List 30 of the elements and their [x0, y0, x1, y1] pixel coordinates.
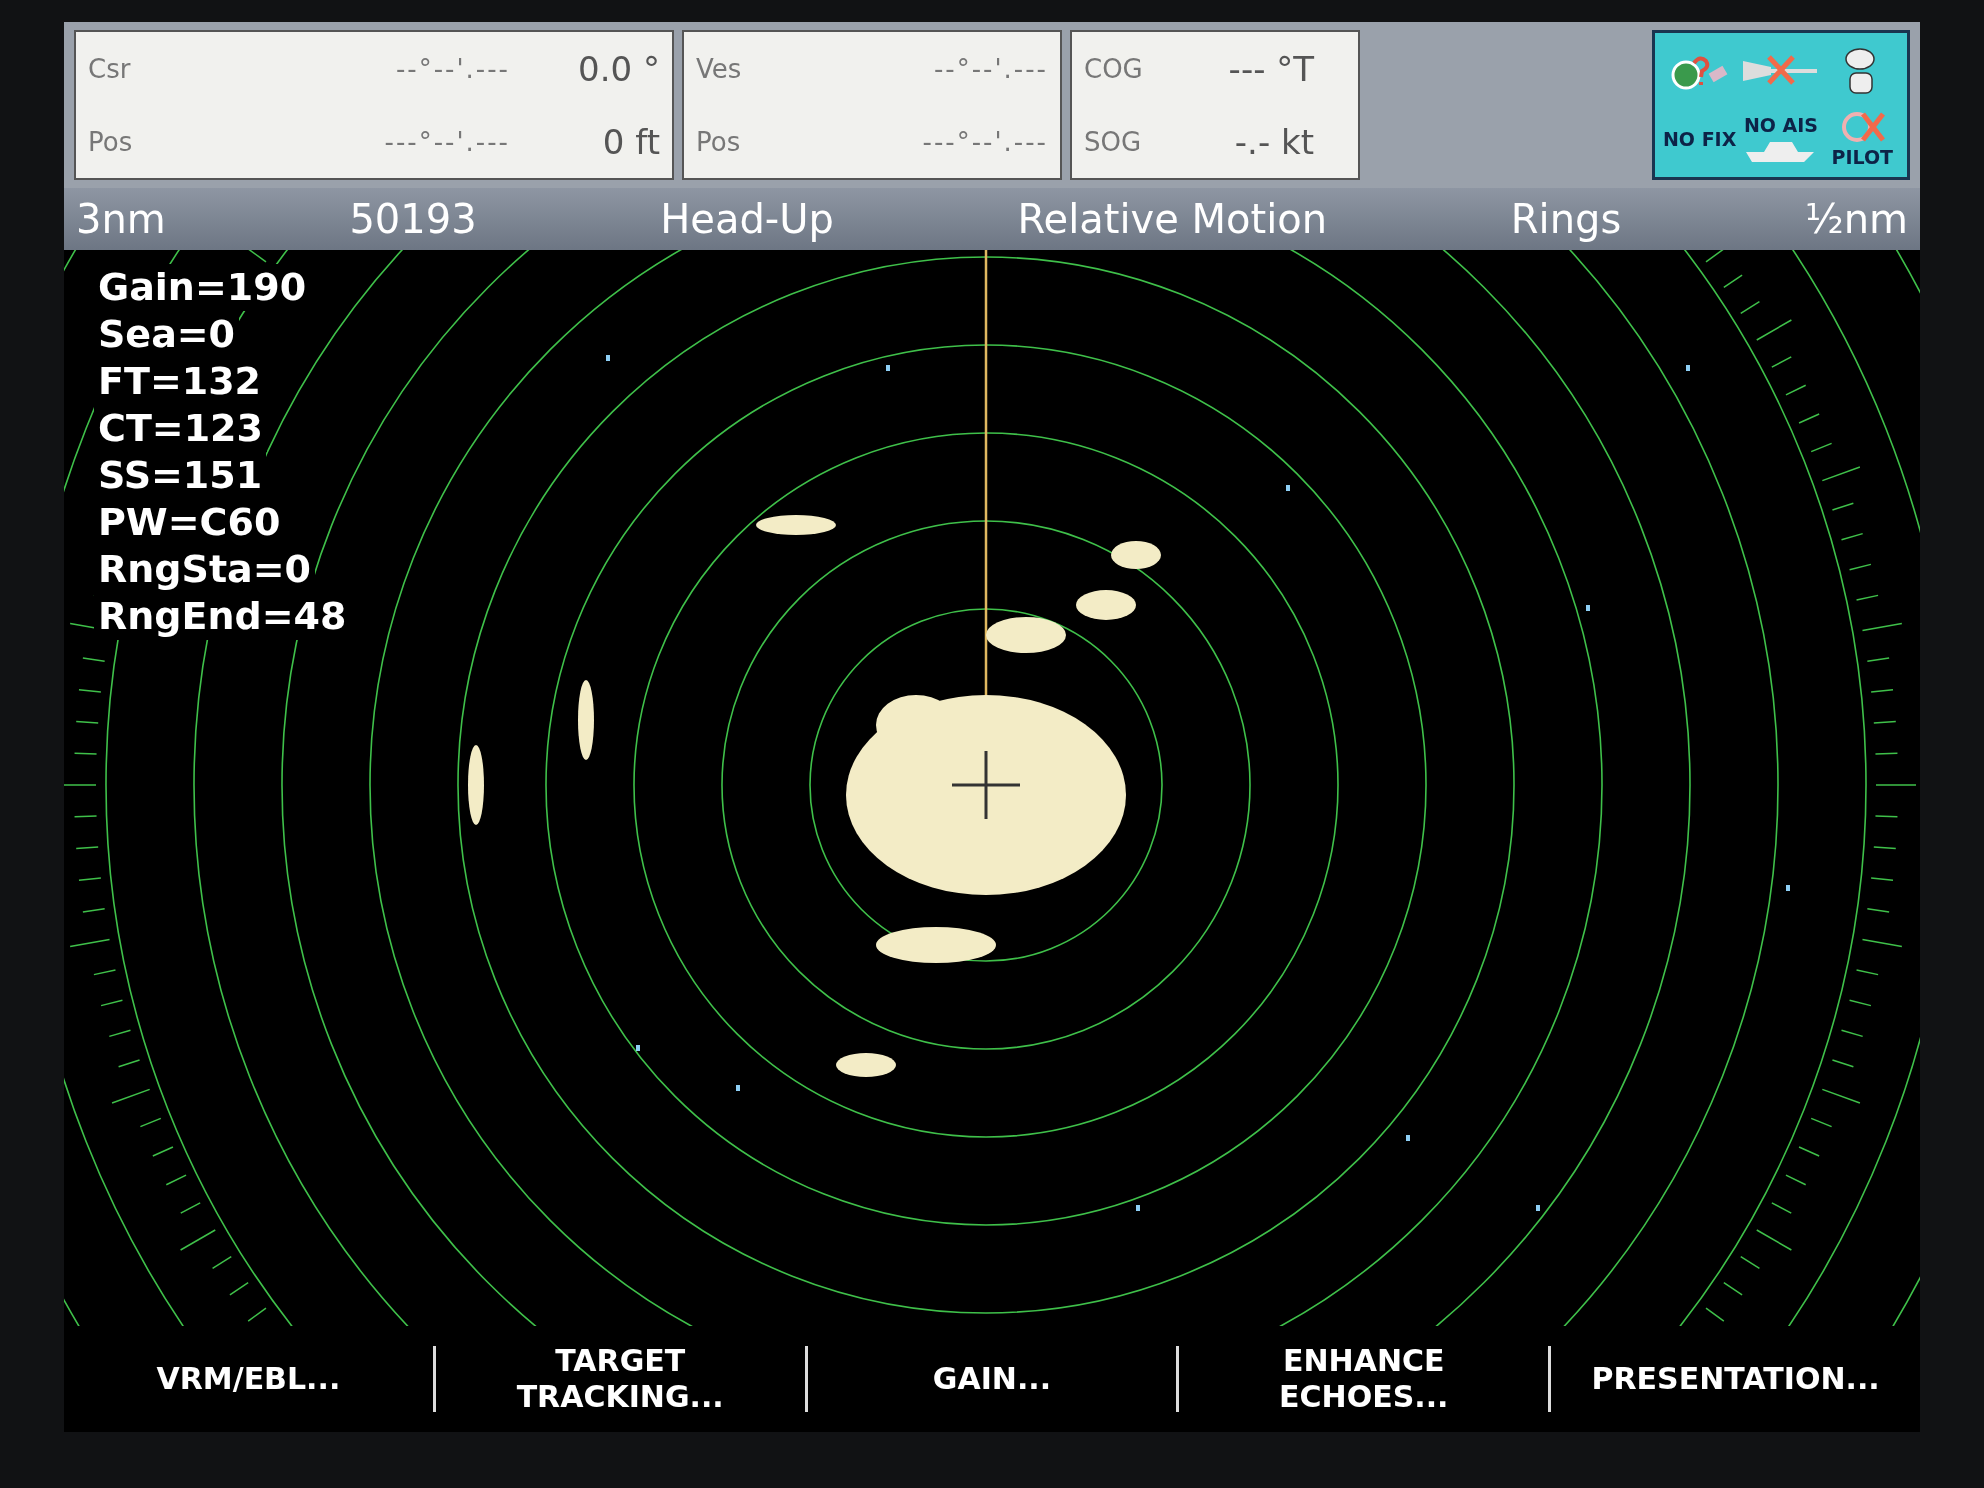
field-label: SOG: [1084, 126, 1143, 157]
radar-parameter: CT=123: [94, 405, 267, 452]
status-text: ½nm: [1804, 196, 1908, 242]
position-value: ---°--'.---: [921, 126, 1048, 157]
field-label: Pos: [696, 126, 742, 157]
field-label: Pos: [88, 126, 134, 157]
status-text: 3nm: [76, 196, 166, 242]
status-label: NO AIS: [1743, 114, 1819, 136]
status-text: Relative Motion: [1017, 196, 1328, 242]
position-value: --°--'.---: [394, 53, 510, 84]
field-label: Csr: [88, 53, 132, 84]
softkey-button[interactable]: PRESENTATION...: [1551, 1361, 1920, 1397]
softkey-button[interactable]: TARGET TRACKING...: [435, 1343, 805, 1415]
field-value: -.- kt: [1233, 121, 1314, 162]
field-label: Ves: [696, 53, 743, 84]
field-label: COG: [1084, 53, 1144, 84]
status-text: 50193: [349, 196, 477, 242]
field-value: --- °T: [1227, 48, 1314, 89]
status-text: Head-Up: [660, 196, 834, 242]
position-value: --°--'.---: [932, 53, 1048, 84]
status-label: PILOT: [1831, 146, 1894, 168]
status-text: Rings: [1510, 196, 1622, 242]
softkey-button[interactable]: VRM/EBL...: [64, 1361, 433, 1397]
softkey-button[interactable]: GAIN...: [807, 1361, 1177, 1397]
field-value: 0.0 °: [577, 48, 660, 89]
crosshair-icon: [952, 751, 1020, 819]
status-label: NO FIX: [1662, 128, 1737, 150]
field-value: 0 ft: [601, 121, 660, 162]
softkey-button[interactable]: ENHANCE ECHOES...: [1179, 1343, 1549, 1415]
position-value: ---°--'.---: [383, 126, 510, 157]
